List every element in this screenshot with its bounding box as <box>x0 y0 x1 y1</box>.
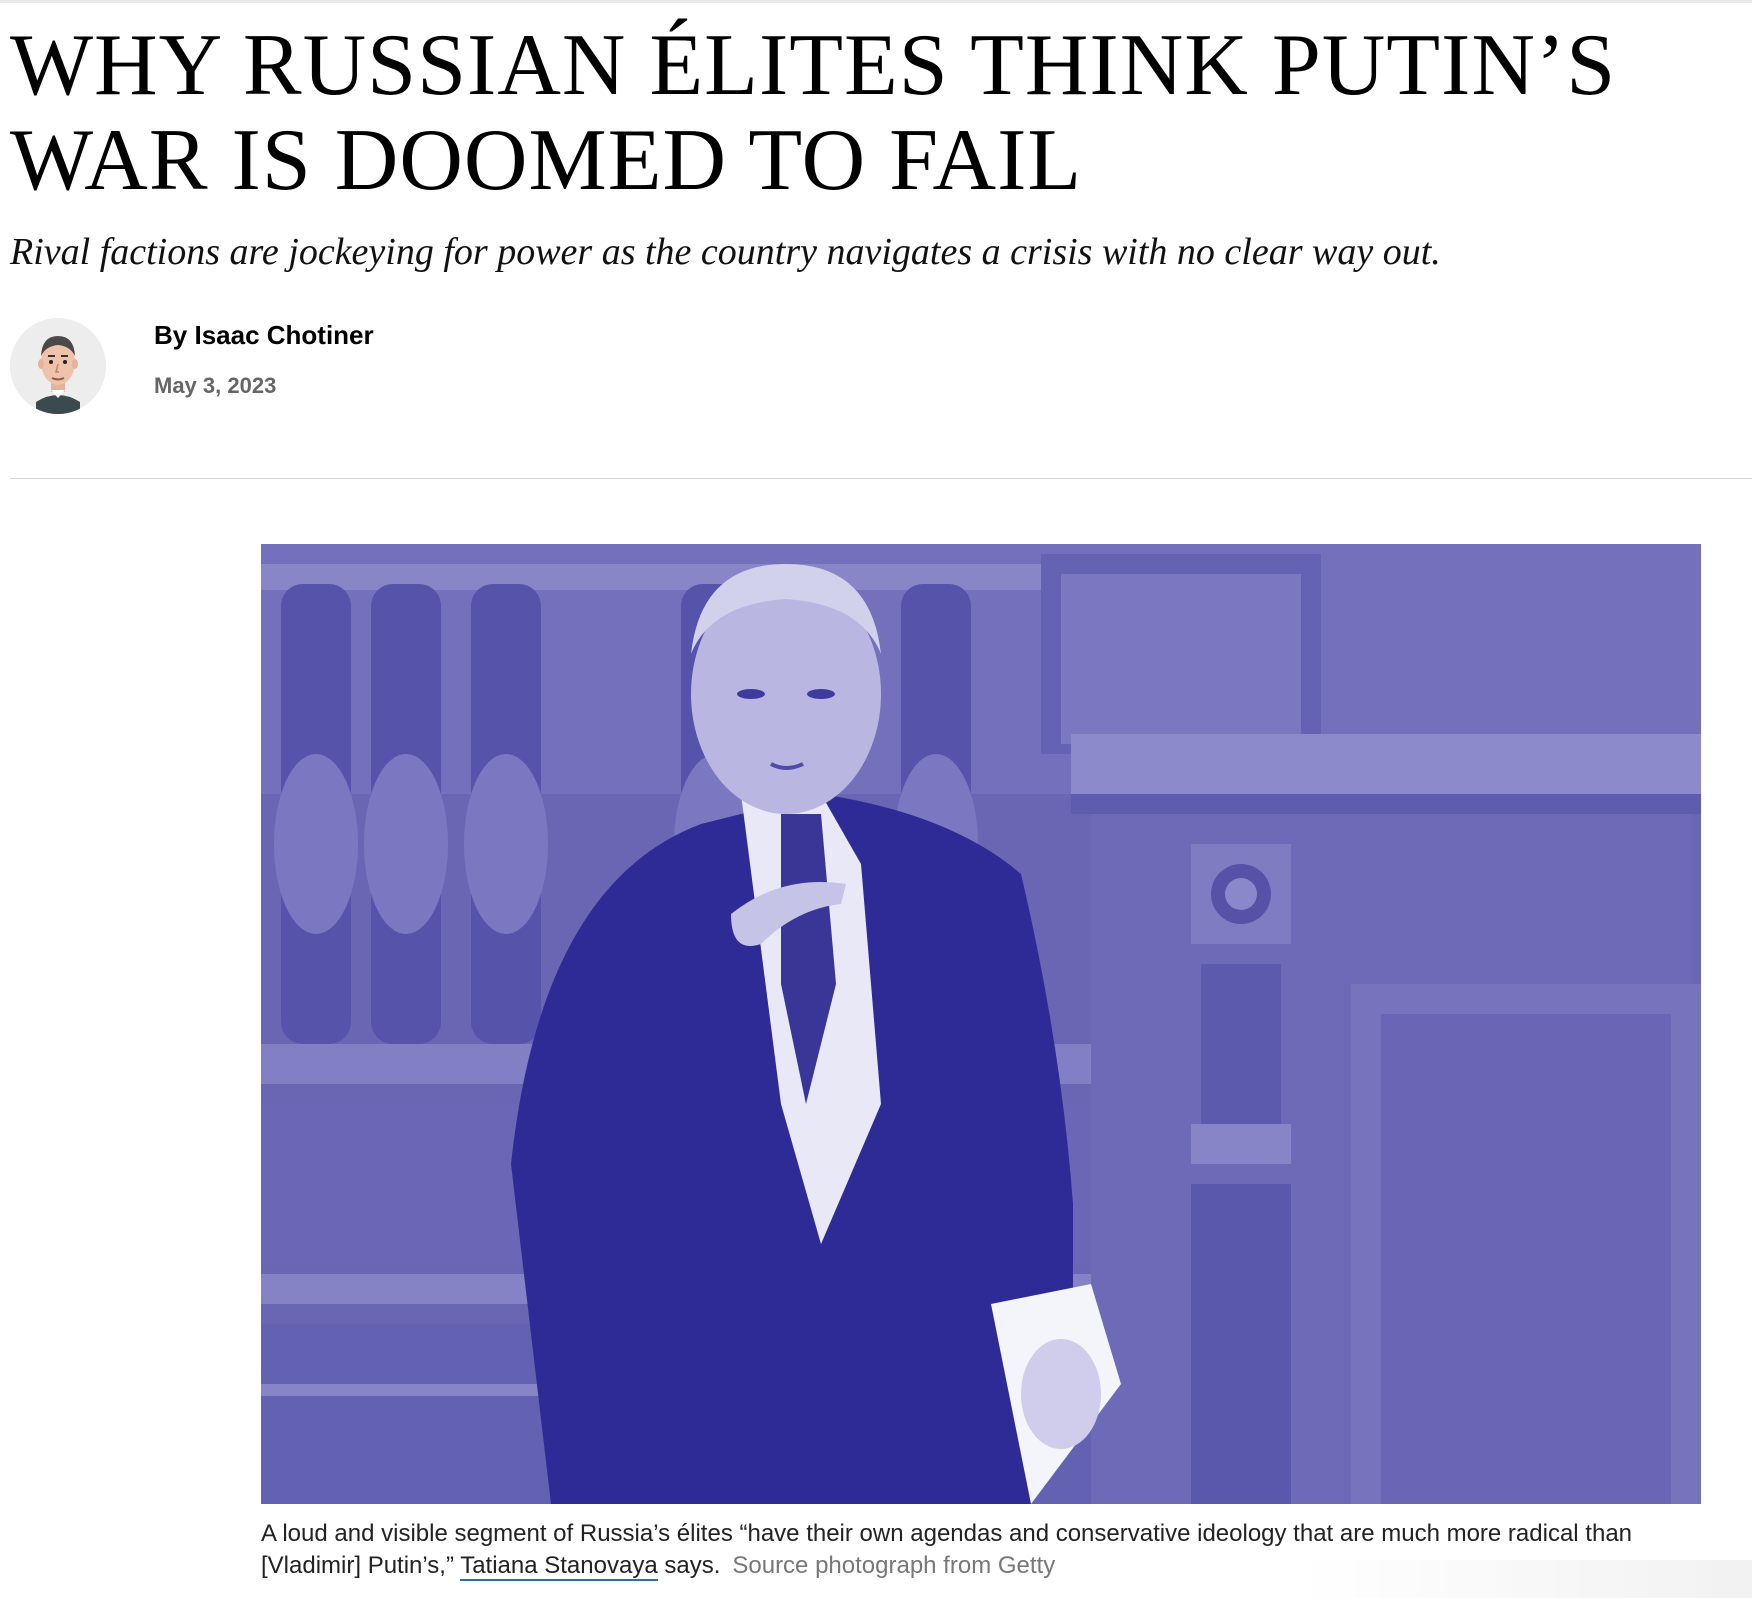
dek: Rival factions are jockeying for power a… <box>10 231 1441 273</box>
author-name-link[interactable]: Isaac Chotiner <box>194 320 373 350</box>
headline: WHY RUSSIAN ÉLITES THINK PUTIN’S WAR IS … <box>10 17 1617 209</box>
caption-link-tatiana-stanovaya[interactable]: Tatiana Stanovaya <box>460 1552 658 1581</box>
hero-photo-duotone <box>261 544 1701 1504</box>
publish-date: May 3, 2023 <box>154 373 277 398</box>
top-rule <box>0 0 1752 3</box>
author-portrait-icon <box>10 318 106 414</box>
author-avatar[interactable] <box>10 318 106 414</box>
photo-credit: Source photograph from Getty <box>732 1552 1056 1579</box>
hero-image <box>261 544 1701 1504</box>
byline-prefix: By <box>154 320 195 350</box>
author-line: By Isaac Chotiner <box>154 318 374 352</box>
bottom-fade <box>1300 1560 1752 1598</box>
caption-end: says. <box>657 1552 721 1579</box>
divider <box>10 478 1752 479</box>
byline: By Isaac Chotiner May 3, 2023 <box>10 318 810 418</box>
